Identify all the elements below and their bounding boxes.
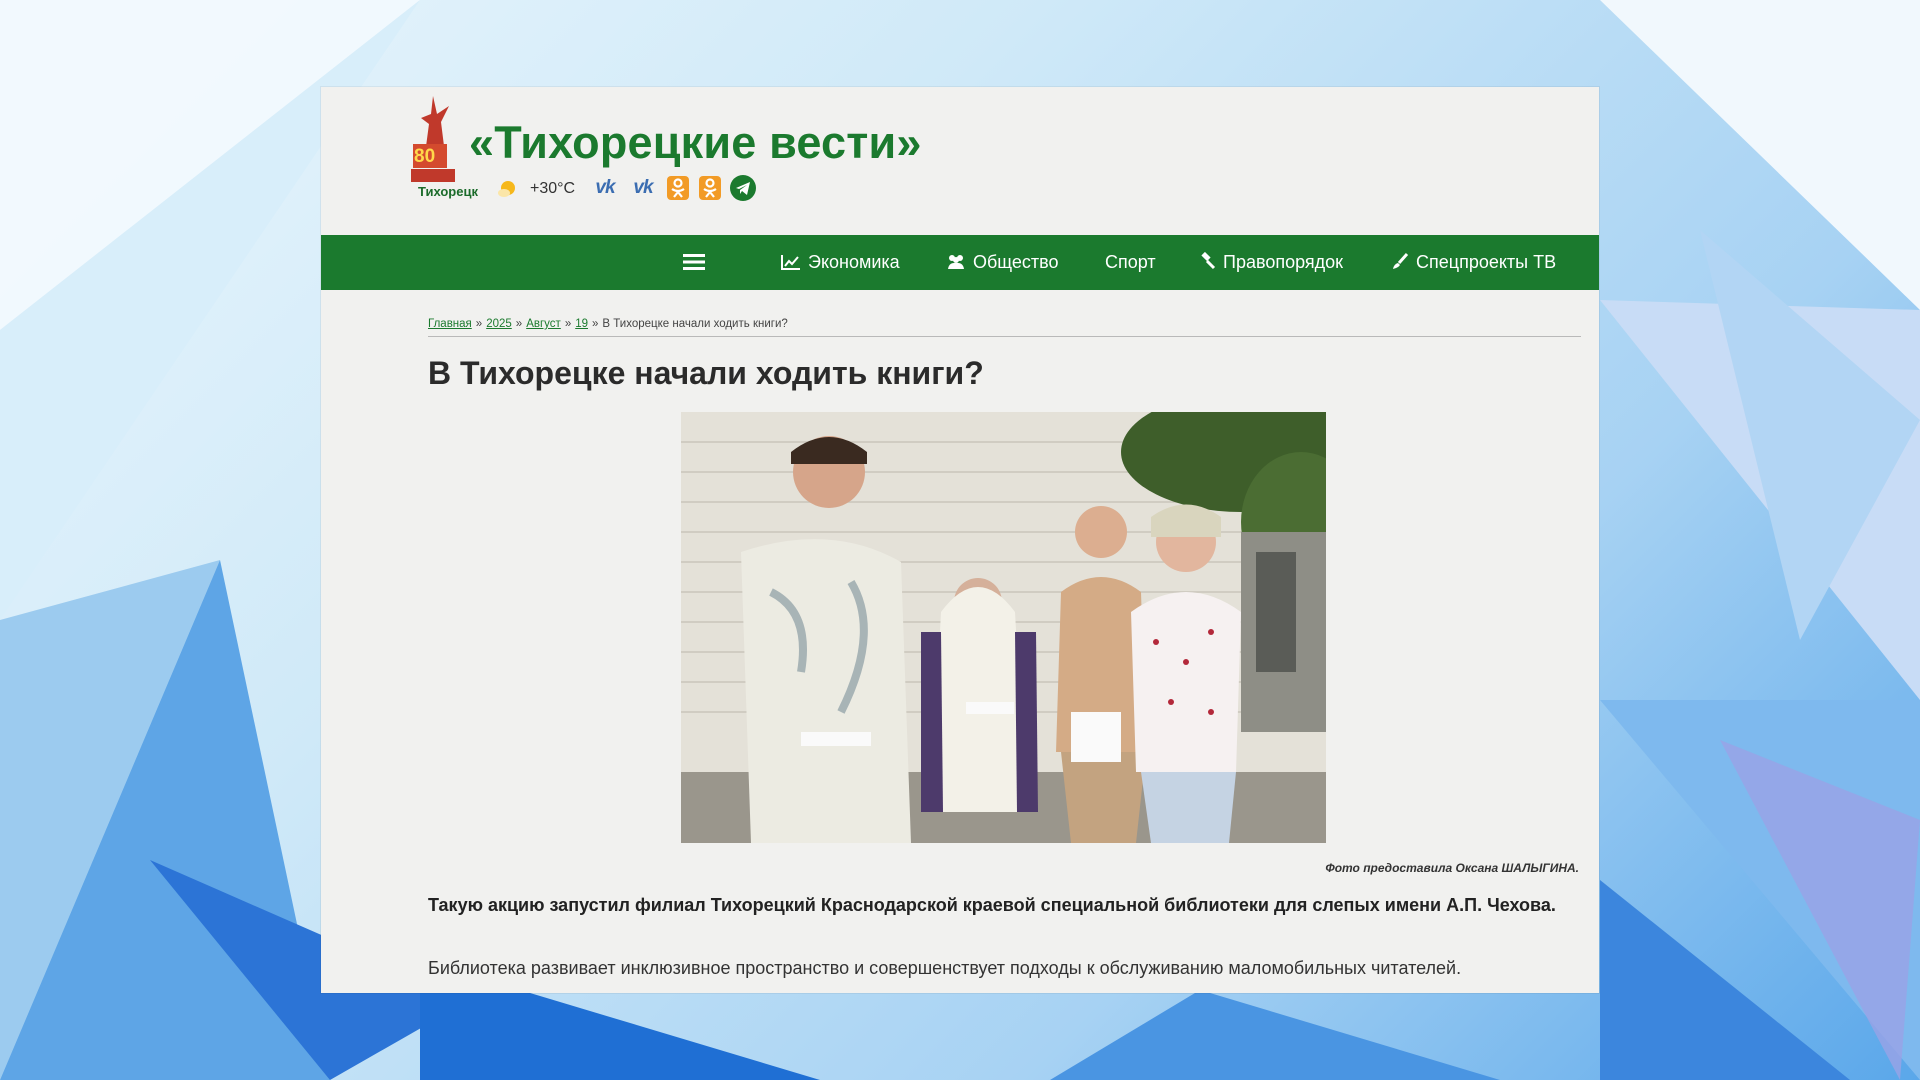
odnoklassniki-icon[interactable] xyxy=(697,175,723,201)
victory-80-logo[interactable]: 80 xyxy=(411,94,459,198)
article-photo xyxy=(681,412,1326,843)
article-lead: Такую акцию запустил филиал Тихорецкий К… xyxy=(428,895,1556,915)
gavel-icon xyxy=(1201,251,1216,270)
sun-cloud-icon xyxy=(498,181,515,197)
hamburger-icon[interactable] xyxy=(683,253,705,271)
nav-item-label: Правопорядок xyxy=(1223,252,1344,272)
brush-icon xyxy=(1393,253,1409,269)
users-icon xyxy=(948,255,964,269)
site-header: 80 «Тихорецкие вести» Тихорецк +30°С vk … xyxy=(321,87,1599,235)
nav-item-special-projects[interactable]: Спецпроекты ТВ xyxy=(1391,235,1556,290)
nav-item-label: Спецпроекты ТВ xyxy=(1416,252,1557,272)
city-label: Тихорецк xyxy=(418,184,478,199)
nav-item-label: Общество xyxy=(973,252,1059,272)
breadcrumb-link-year[interactable]: 2025 xyxy=(486,318,512,330)
nav-item-law-order[interactable]: Правопорядок xyxy=(1198,235,1343,290)
telegram-icon[interactable] xyxy=(730,175,756,201)
vk-icon[interactable]: vk xyxy=(589,175,621,201)
nav-item-economy[interactable]: Экономика xyxy=(781,235,900,290)
odnoklassniki-icon[interactable] xyxy=(665,175,691,201)
article-title: В Тихорецке начали ходить книги? xyxy=(428,355,984,391)
nav-item-label: Экономика xyxy=(808,252,900,272)
nav-item-label: Спорт xyxy=(1105,252,1156,272)
browser-page: 80 «Тихорецкие вести» Тихорецк +30°С vk … xyxy=(321,87,1599,993)
article-body: Библиотека развивает инклюзивное простра… xyxy=(428,958,1462,978)
svg-text:80: 80 xyxy=(414,146,435,167)
breadcrumb-separator: » xyxy=(515,318,523,330)
nav-item-sport[interactable]: Спорт xyxy=(1105,235,1156,290)
site-title[interactable]: «Тихорецкие вести» xyxy=(469,117,922,169)
breadcrumb-link-home[interactable]: Главная xyxy=(428,318,472,330)
vk-icon[interactable]: vk xyxy=(627,175,659,201)
breadcrumb-current: В Тихорецке начали ходить книги? xyxy=(602,318,788,330)
breadcrumb-link-month[interactable]: Август xyxy=(526,318,561,330)
breadcrumb-separator: » xyxy=(475,318,483,330)
breadcrumb-link-day[interactable]: 19 xyxy=(575,318,588,330)
breadcrumb-separator: » xyxy=(592,318,599,330)
temperature: +30°С xyxy=(530,180,576,197)
nav-item-society[interactable]: Общество xyxy=(946,235,1059,290)
photo-illustration xyxy=(681,412,1326,843)
chart-icon xyxy=(781,255,800,270)
photo-caption: Фото предоставила Оксана ШАЛЫГИНА. xyxy=(1325,861,1579,875)
breadcrumb: Главная» 2025» Август» 19» В Тихорецке начал… xyxy=(428,318,1581,337)
breadcrumb-separator: » xyxy=(564,318,572,330)
main-navigation: Экономика Общество Спорт Правопорядок Сп… xyxy=(321,235,1599,290)
